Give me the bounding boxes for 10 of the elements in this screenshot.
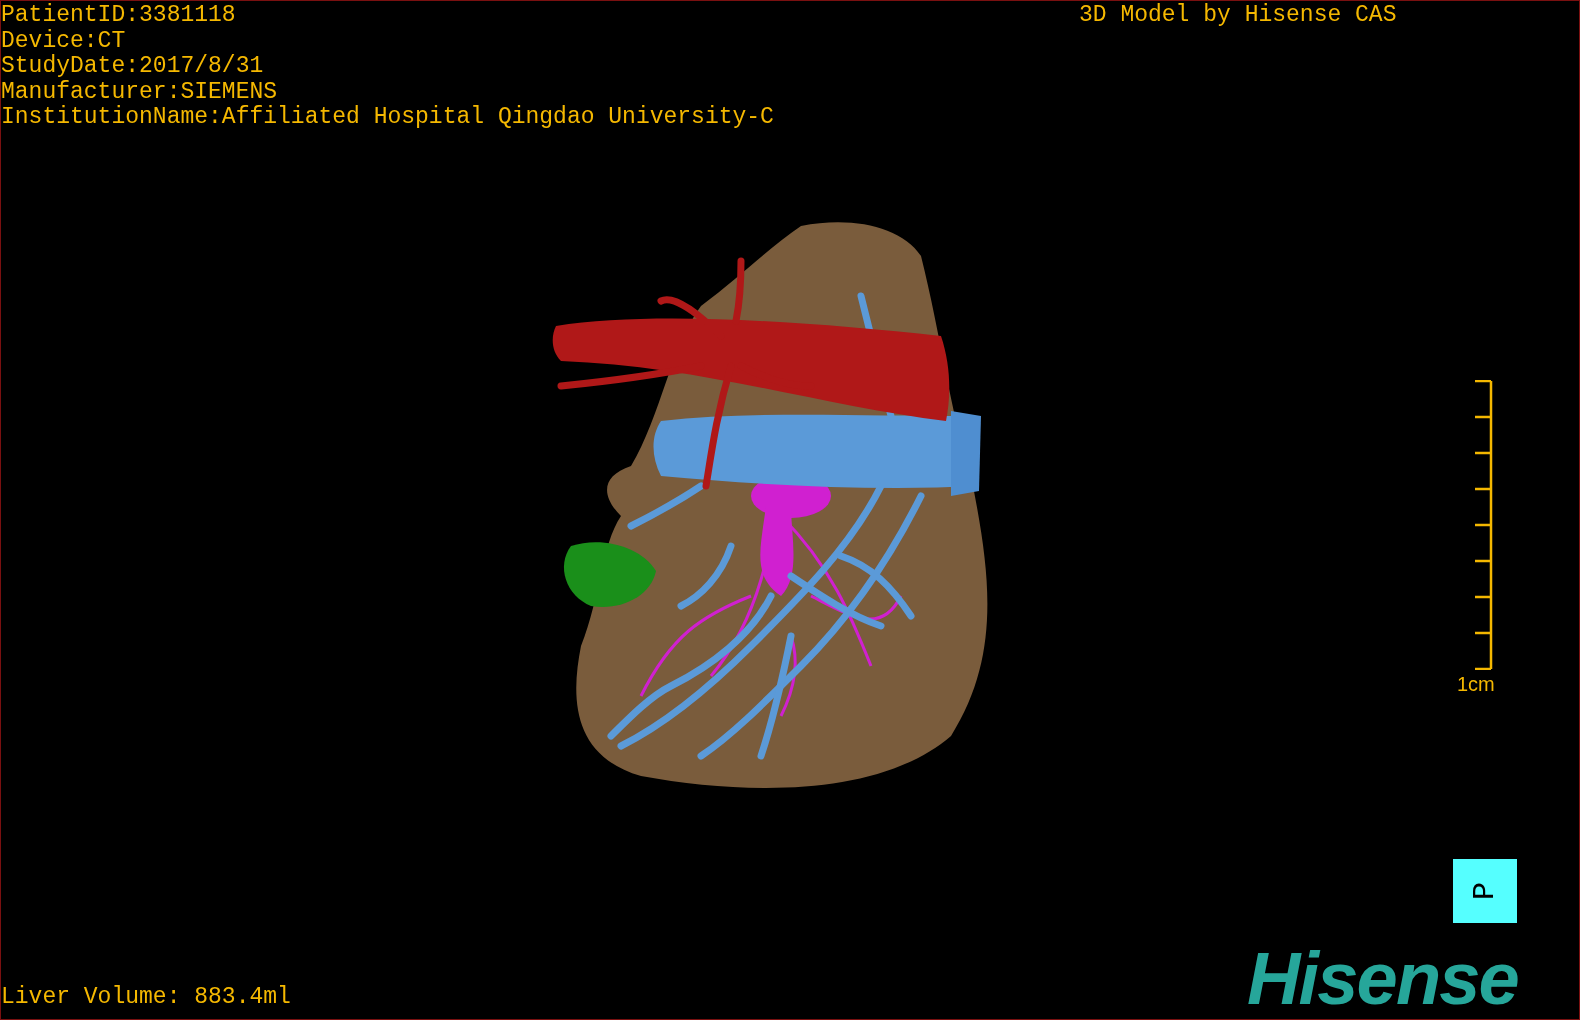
- brand-logo: Hisense: [1247, 939, 1518, 1019]
- liver-volume-text: Liver Volume: 883.4ml: [1, 985, 291, 1011]
- study-info-text: Device:CT: [1, 28, 127, 54]
- orientation-marker: P: [1453, 859, 1517, 923]
- study-info-text: PatientID:3381118: [1, 3, 237, 29]
- study-info-text: InstitutionName:Affiliated Hospital Qingdao University-C: [1, 105, 774, 131]
- study-info-text: Manufacturer:SIEMENS: [1, 79, 279, 105]
- model-caption: 3D Model by Hisense CAS: [1079, 3, 1397, 29]
- scale-bar-label: 1cm: [1457, 673, 1495, 695]
- study-info-text: StudyDate:2017/8/31: [1, 54, 265, 80]
